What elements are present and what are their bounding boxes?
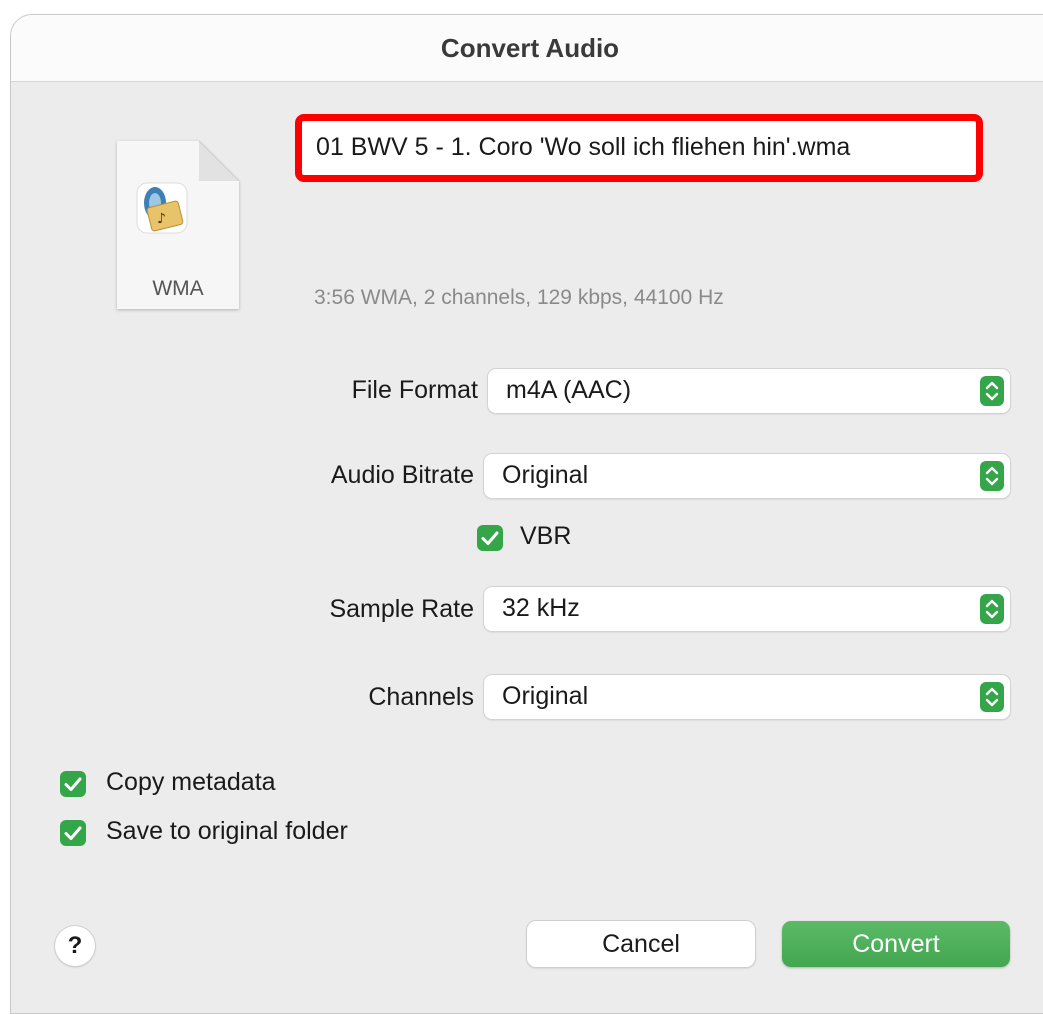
sample-rate-value: 32 kHz	[502, 594, 580, 622]
channels-label: Channels	[368, 683, 474, 711]
wma-audio-file-icon: ♪ WMA	[111, 137, 243, 315]
convert-audio-dialog: Convert Audio ♪ WMA 01 BWV 5 - 1. Coro '…	[10, 14, 1043, 1014]
copy-metadata-label[interactable]: Copy metadata	[106, 768, 276, 797]
channels-value: Original	[502, 682, 589, 710]
checkmark-icon	[64, 777, 82, 791]
dialog-title: Convert Audio	[440, 33, 620, 63]
chevron-updown-icon	[980, 461, 1004, 491]
cancel-button[interactable]: Cancel	[527, 921, 755, 967]
help-button[interactable]: ?	[55, 926, 95, 966]
file-format-value: m4A (AAC)	[506, 376, 632, 404]
vbr-checkbox[interactable]	[477, 525, 503, 551]
file-format-select[interactable]: m4A (AAC)	[488, 369, 1010, 413]
save-to-original-folder-checkbox[interactable]	[60, 820, 86, 846]
title-bar: Convert Audio	[11, 15, 1043, 82]
channels-select[interactable]: Original	[484, 675, 1010, 719]
convert-button[interactable]: Convert	[782, 921, 1010, 967]
file-name: 01 BWV 5 - 1. Coro 'Wo soll ich fliehen …	[316, 133, 851, 161]
sample-rate-select[interactable]: 32 kHz	[484, 587, 1010, 631]
audio-bitrate-select[interactable]: Original	[484, 454, 1010, 498]
sample-rate-label: Sample Rate	[329, 595, 474, 623]
file-type-label: WMA	[152, 277, 204, 300]
file-info: 3:56 WMA, 2 channels, 129 kbps, 44100 Hz	[314, 286, 724, 309]
svg-text:♪: ♪	[157, 211, 166, 227]
checkmark-icon	[64, 826, 82, 840]
save-to-original-folder-label[interactable]: Save to original folder	[106, 817, 348, 846]
file-format-label: File Format	[351, 376, 478, 404]
audio-bitrate-value: Original	[502, 461, 589, 489]
chevron-updown-icon	[980, 594, 1004, 624]
checkmark-icon	[481, 531, 499, 545]
vbr-label[interactable]: VBR	[520, 522, 571, 551]
audio-bitrate-label: Audio Bitrate	[330, 461, 474, 489]
copy-metadata-checkbox[interactable]	[60, 771, 86, 797]
chevron-updown-icon	[980, 682, 1004, 712]
chevron-updown-icon	[980, 376, 1004, 406]
file-name-highlight: 01 BWV 5 - 1. Coro 'Wo soll ich fliehen …	[295, 114, 983, 182]
